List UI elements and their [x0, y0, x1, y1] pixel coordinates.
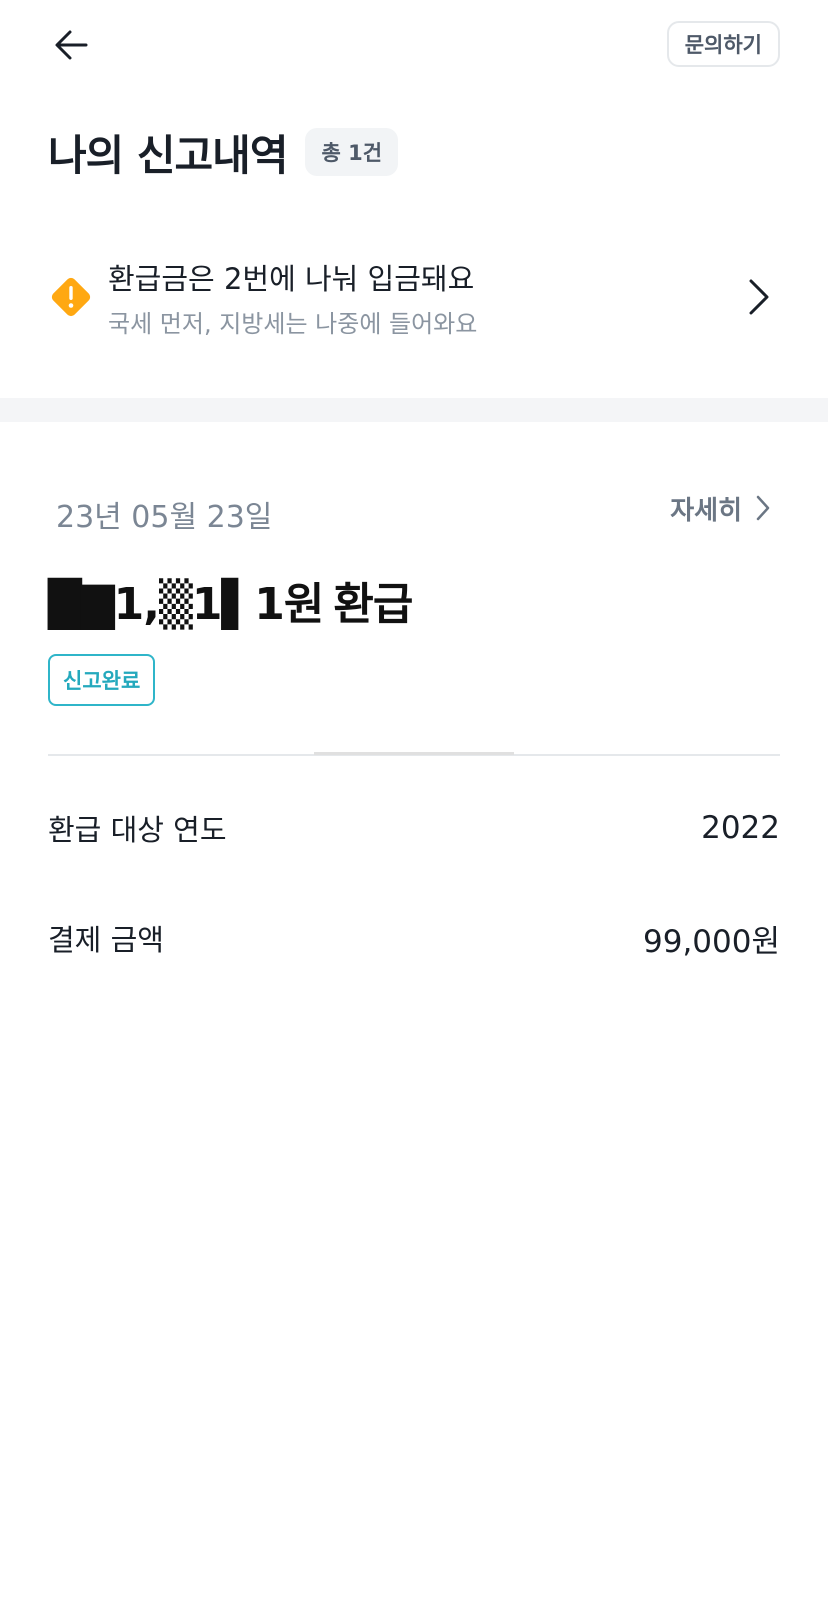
record-divider-accent [314, 752, 514, 755]
info-value: 99,000원 [643, 923, 780, 960]
chevron-right-icon [756, 495, 770, 521]
inquiry-button[interactable]: 문의하기 [666, 21, 780, 67]
notice-title: 환급금은 2번에 나눠 입금돼요 [108, 262, 475, 296]
section-divider [0, 398, 828, 422]
refund-notice-banner[interactable]: 환급금은 2번에 나눠 입금돼요 국세 먼저, 지방세는 나중에 들어와요 [48, 248, 780, 346]
warning-diamond-icon [51, 277, 91, 317]
count-badge: 총 1건 [305, 128, 399, 176]
detail-label: 자세히 [670, 495, 742, 526]
refund-amount: █▇1,▒1▌1원 [48, 579, 324, 630]
chevron-right-icon [749, 279, 769, 315]
notice-subtitle: 국세 먼저, 지방세는 나중에 들어와요 [108, 310, 478, 338]
title-row: 나의 신고내역 총 1건 [48, 118, 399, 186]
info-label: 결제 금액 [48, 923, 164, 957]
info-row-target-year: 환급 대상 연도 2022 [48, 806, 780, 850]
refund-amount-row: █▇1,▒1▌1원 환급 [48, 570, 413, 630]
record-date: 23년 05월 23일 [56, 500, 273, 535]
refund-amount-suffix: 환급 [333, 579, 413, 630]
top-bar: 문의하기 [0, 0, 828, 90]
back-button[interactable] [44, 20, 100, 70]
page-title: 나의 신고내역 [48, 130, 288, 180]
info-value: 2022 [701, 810, 780, 846]
status-badge: 신고완료 [48, 654, 156, 706]
detail-link[interactable]: 자세히 [670, 488, 770, 528]
info-row-payment-amount: 결제 금액 99,000원 [48, 916, 780, 960]
arrow-left-icon [55, 30, 88, 60]
info-label: 환급 대상 연도 [48, 813, 227, 847]
